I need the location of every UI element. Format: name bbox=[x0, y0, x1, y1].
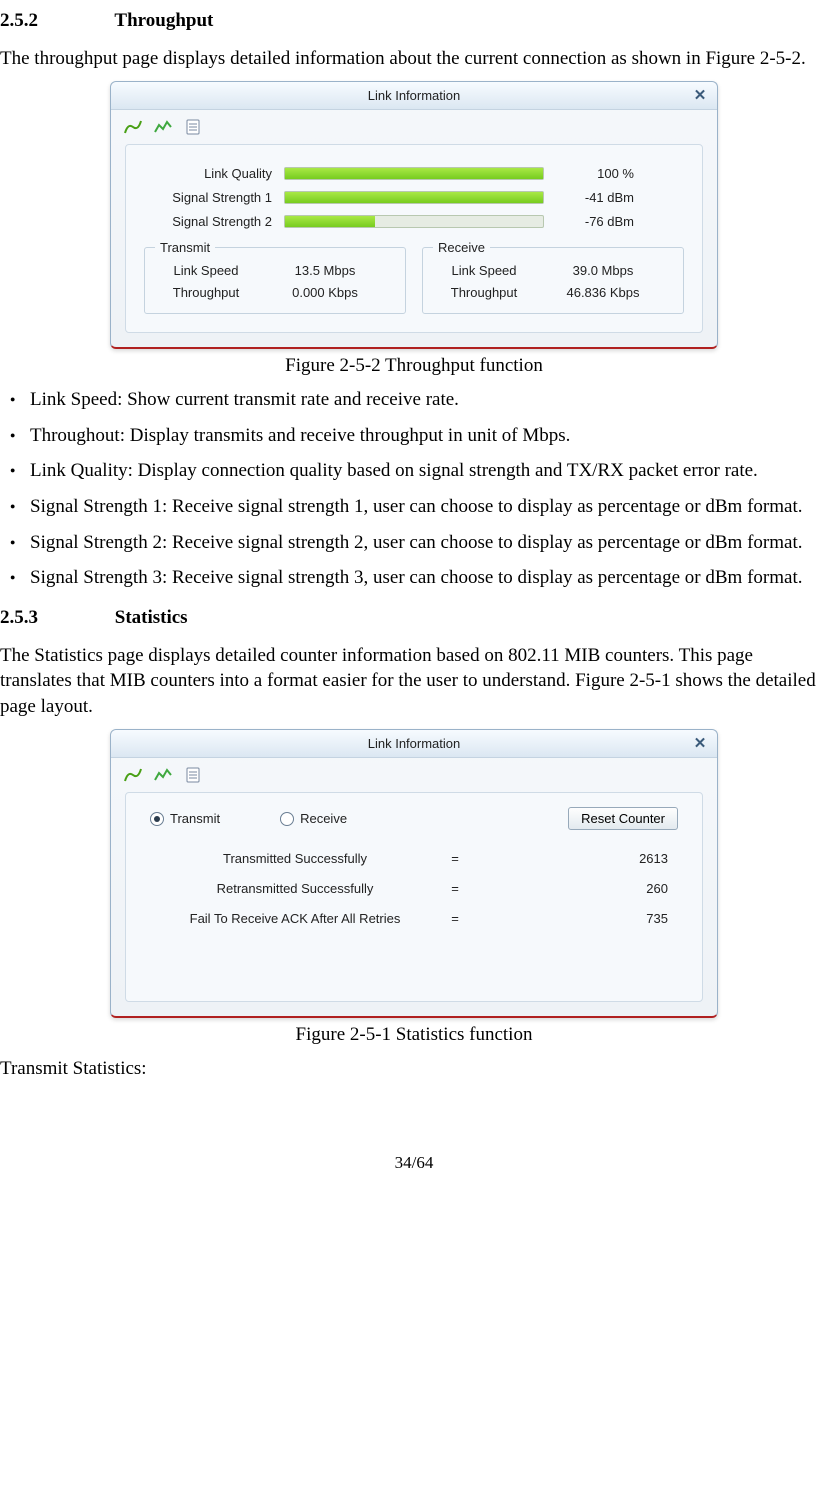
row-value: -41 dBm bbox=[544, 189, 634, 207]
dialog-titlebar: Link Information ✕ bbox=[111, 730, 717, 758]
list-item: Signal Strength 1: Receive signal streng… bbox=[0, 494, 828, 520]
chart-icon[interactable] bbox=[153, 766, 173, 784]
tx-linkspeed: Link Speed 13.5 Mbps bbox=[153, 262, 397, 280]
stat-value: 735 bbox=[470, 910, 678, 928]
dialog-tabs bbox=[111, 758, 717, 788]
progress-bar bbox=[284, 191, 544, 204]
kv-value: 46.836 Kbps bbox=[531, 284, 675, 302]
link-info-dialog: Link Information ✕ Link Quality 100 % Si… bbox=[110, 81, 718, 349]
progress-bar bbox=[284, 215, 544, 228]
signal-icon[interactable] bbox=[123, 118, 143, 136]
reset-counter-button[interactable]: Reset Counter bbox=[568, 807, 678, 830]
stat-label: Retransmitted Successfully bbox=[150, 880, 440, 898]
radio-icon bbox=[150, 812, 164, 826]
radio-row: Transmit Receive Reset Counter bbox=[144, 803, 684, 844]
rx-throughput: Throughput 46.836 Kbps bbox=[431, 284, 675, 302]
figure-throughput: Link Information ✕ Link Quality 100 % Si… bbox=[0, 81, 828, 349]
list-item: Signal Strength 3: Receive signal streng… bbox=[0, 565, 828, 591]
dialog-title: Link Information bbox=[368, 88, 461, 103]
section-title: Throughput bbox=[114, 10, 213, 31]
progress-bar bbox=[284, 167, 544, 180]
row-label: Signal Strength 1 bbox=[144, 189, 284, 207]
signal-icon[interactable] bbox=[123, 766, 143, 784]
section-heading-throughput: 2.5.2 Throughput bbox=[0, 8, 828, 34]
figure-caption-1: Figure 2-5-2 Throughput function bbox=[0, 353, 828, 379]
radio-icon bbox=[280, 812, 294, 826]
radio-transmit[interactable]: Transmit bbox=[150, 810, 220, 828]
close-icon[interactable]: ✕ bbox=[691, 735, 709, 753]
stat-label: Fail To Receive ACK After All Retries bbox=[150, 910, 440, 928]
tx-throughput: Throughput 0.000 Kbps bbox=[153, 284, 397, 302]
kv-label: Throughput bbox=[431, 284, 531, 302]
row-value: -76 dBm bbox=[544, 213, 634, 231]
dialog-body: Link Quality 100 % Signal Strength 1 -41… bbox=[125, 144, 703, 333]
kv-value: 13.5 Mbps bbox=[253, 262, 397, 280]
section-title: Statistics bbox=[115, 607, 188, 628]
kv-label: Link Speed bbox=[431, 262, 531, 280]
signal-strength-2-row: Signal Strength 2 -76 dBm bbox=[144, 209, 684, 233]
dialog-tabs bbox=[111, 110, 717, 140]
section-heading-statistics: 2.5.3 Statistics bbox=[0, 605, 828, 631]
stat-value: 260 bbox=[470, 880, 678, 898]
figure-caption-2: Figure 2-5-1 Statistics function bbox=[0, 1022, 828, 1048]
tx-rx-row: Transmit Link Speed 13.5 Mbps Throughput… bbox=[144, 247, 684, 314]
radio-label: Receive bbox=[300, 810, 347, 828]
radio-label: Transmit bbox=[170, 810, 220, 828]
list-item: Signal Strength 2: Receive signal streng… bbox=[0, 530, 828, 556]
list-item: Link Speed: Show current transmit rate a… bbox=[0, 387, 828, 413]
transmit-group: Transmit Link Speed 13.5 Mbps Throughput… bbox=[144, 247, 406, 314]
kv-label: Throughput bbox=[153, 284, 253, 302]
group-legend: Transmit bbox=[155, 239, 215, 257]
close-icon[interactable]: ✕ bbox=[691, 87, 709, 105]
row-label: Signal Strength 2 bbox=[144, 213, 284, 231]
stat-row: Fail To Receive ACK After All Retries = … bbox=[144, 904, 684, 934]
page-number: 34/64 bbox=[0, 1152, 828, 1175]
link-info-dialog-stats: Link Information ✕ Transmit R bbox=[110, 729, 718, 1018]
throughput-bullets: Link Speed: Show current transmit rate a… bbox=[0, 387, 828, 591]
group-legend: Receive bbox=[433, 239, 490, 257]
kv-value: 0.000 Kbps bbox=[253, 284, 397, 302]
radio-receive[interactable]: Receive bbox=[280, 810, 347, 828]
kv-value: 39.0 Mbps bbox=[531, 262, 675, 280]
stat-value: 2613 bbox=[470, 850, 678, 868]
document-icon[interactable] bbox=[183, 766, 203, 784]
row-label: Link Quality bbox=[144, 165, 284, 183]
chart-icon[interactable] bbox=[153, 118, 173, 136]
section-number: 2.5.2 bbox=[0, 8, 110, 34]
dialog-titlebar: Link Information ✕ bbox=[111, 82, 717, 110]
rx-linkspeed: Link Speed 39.0 Mbps bbox=[431, 262, 675, 280]
list-item: Link Quality: Display connection quality… bbox=[0, 458, 828, 484]
list-item: Throughout: Display transmits and receiv… bbox=[0, 423, 828, 449]
stat-row: Transmitted Successfully = 2613 bbox=[144, 844, 684, 874]
dialog-body: Transmit Receive Reset Counter Transmitt… bbox=[125, 792, 703, 1002]
section-intro: The throughput page displays detailed in… bbox=[0, 46, 828, 72]
signal-strength-1-row: Signal Strength 1 -41 dBm bbox=[144, 185, 684, 209]
stat-eq: = bbox=[440, 880, 470, 898]
stat-eq: = bbox=[440, 910, 470, 928]
stat-row: Retransmitted Successfully = 260 bbox=[144, 874, 684, 904]
receive-group: Receive Link Speed 39.0 Mbps Throughput … bbox=[422, 247, 684, 314]
document-icon[interactable] bbox=[183, 118, 203, 136]
link-quality-row: Link Quality 100 % bbox=[144, 161, 684, 185]
closing-line: Transmit Statistics: bbox=[0, 1056, 828, 1082]
section-intro-2: The Statistics page displays detailed co… bbox=[0, 643, 828, 720]
stat-eq: = bbox=[440, 850, 470, 868]
dialog-title: Link Information bbox=[368, 736, 461, 751]
section-number: 2.5.3 bbox=[0, 605, 110, 631]
row-value: 100 % bbox=[544, 165, 634, 183]
figure-statistics: Link Information ✕ Transmit R bbox=[0, 729, 828, 1018]
stat-label: Transmitted Successfully bbox=[150, 850, 440, 868]
kv-label: Link Speed bbox=[153, 262, 253, 280]
